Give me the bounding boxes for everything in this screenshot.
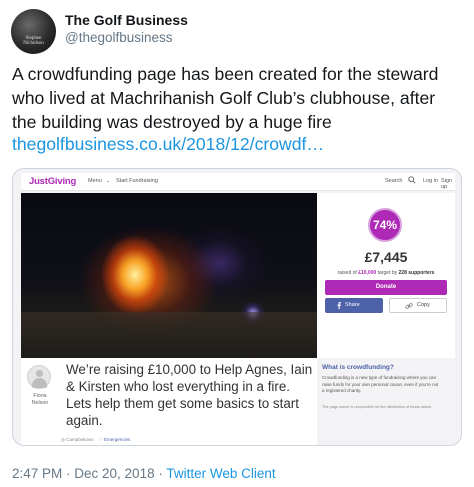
chevron-down-icon: ⌄ [106,178,111,184]
avatar-caption: Stephen Nicholson [23,36,44,46]
progress-circle: 74% [368,208,402,242]
info-body: Crowdfunding is a new type of fundraisin… [322,375,439,393]
author-avatar[interactable]: Stephen Nicholson [11,9,56,54]
source-client-link[interactable]: Twitter Web Client [166,466,275,481]
crowdfunding-info: What is crowdfunding? Crowdfunding is a … [317,358,455,445]
fire-photo [21,193,317,358]
tweet-timestamp: 2:47 PM · Dec 20, 2018 · Twitter Web Cli… [12,466,276,481]
fundraiser-name: Fiona Nelson [31,393,49,406]
justgiving-logo: JustGiving [29,176,77,187]
fundraiser-avatar [27,365,51,389]
login-link: Log in [423,178,438,184]
justgiving-navbar: JustGiving Menu ⌄ Start Fundraising Sear… [21,173,455,191]
tweet-link[interactable]: thegolfbusiness.co.uk/2018/12/crowdf… [12,134,324,155]
info-title: What is crowdfunding? [322,364,394,371]
tweet: Stephen Nicholson The Golf Business @the… [0,0,474,487]
facebook-icon [337,302,341,309]
start-fundraising-link: Start Fundraising [116,178,158,184]
tweet-text: A crowdfunding page has been created for… [12,64,439,132]
location-pin-icon: ◎ [61,437,65,442]
target-amount: £10,000 [358,270,377,276]
search-link: Search [385,178,403,184]
supporter-count: 228 supporters [398,270,435,276]
search-icon [408,176,416,184]
location-tag: Campbeltown [66,437,94,442]
author-handle[interactable]: @thegolfbusiness [65,30,173,45]
raised-summary: raised of £10,000 target by 228 supporte… [317,270,455,276]
avatar-head [36,370,43,377]
share-label: Share [345,302,360,308]
raised-amount: £7,445 [364,249,408,265]
menu-link: Menu [88,178,102,184]
info-note: The page owner is responsible for the di… [322,405,432,409]
avatar-body [32,378,47,388]
category-icon: ♡ [98,437,103,442]
donate-button: Donate [325,280,447,295]
link-icon [405,303,413,309]
donation-panel: 74% £7,445 raised of £10,000 target by 2… [317,193,455,358]
share-button: Share [325,298,383,313]
raised-prefix: raised of [337,270,359,276]
progress-percent: 74% [372,218,398,232]
copy-label: Copy [417,302,430,308]
attached-screenshot[interactable]: JustGiving Menu ⌄ Start Fundraising Sear… [12,168,462,446]
story-text: We’re raising £10,000 to Help Agnes, Iai… [66,362,313,428]
copy-button: Copy [389,298,447,313]
signup-link: Sign up [441,178,453,190]
raised-middle: target by [376,270,399,276]
author-name[interactable]: The Golf Business [65,12,188,28]
tweet-time[interactable]: 2:47 PM · Dec 20, 2018 · [12,466,166,481]
category-tag: Emergencies [104,437,131,442]
story-tags: ◎ Campbeltown ♡ Emergencies [61,437,130,443]
story-section: Fiona Nelson We’re raising £10,000 to He… [21,358,317,445]
photo-ground [21,312,317,358]
